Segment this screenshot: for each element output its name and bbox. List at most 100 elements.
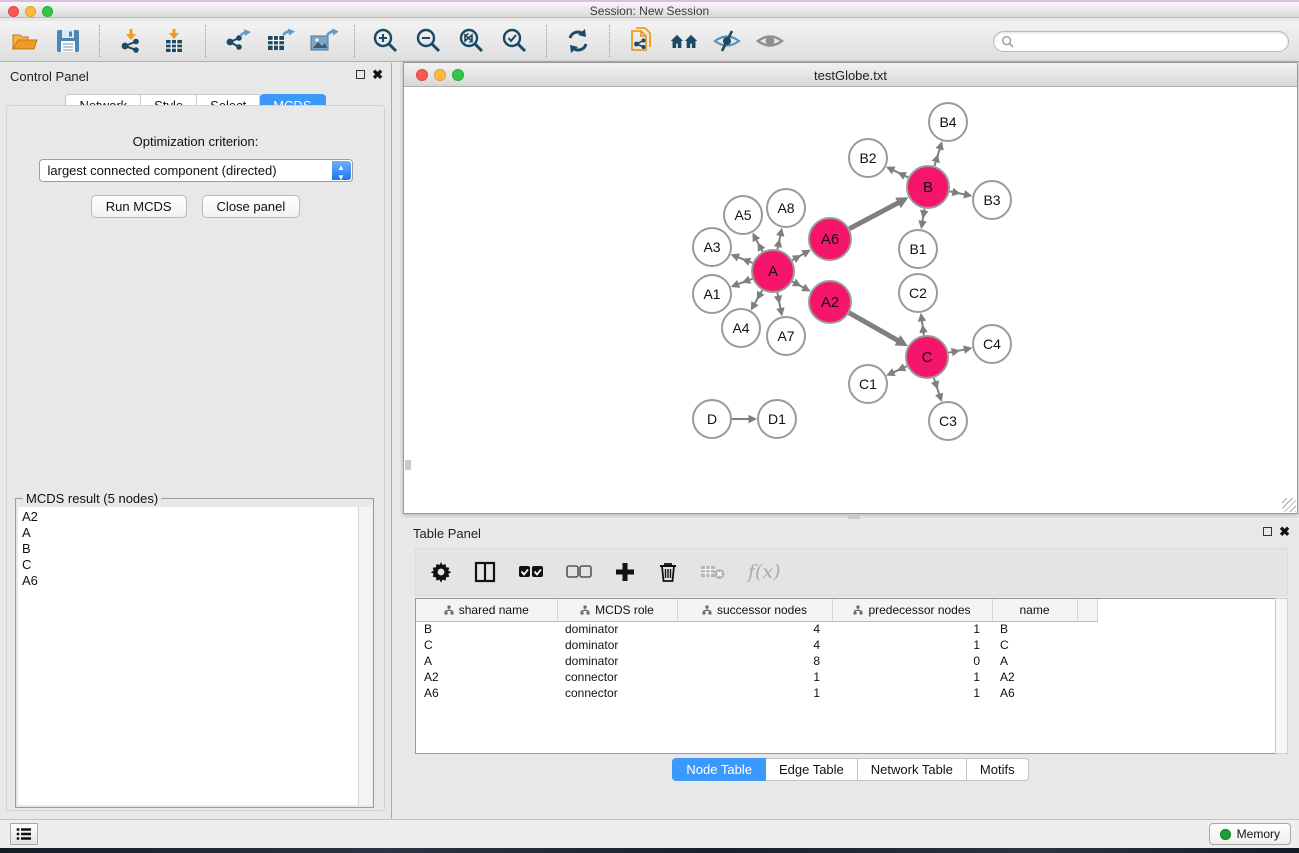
result-list-item[interactable]: C bbox=[22, 557, 358, 573]
split-pane-icon[interactable] bbox=[474, 557, 496, 587]
table-cell[interactable]: A6 bbox=[416, 685, 557, 701]
table-cell[interactable]: C bbox=[416, 637, 557, 653]
new-network-from-selection-icon[interactable] bbox=[626, 26, 656, 56]
table-cell[interactable]: A6 bbox=[992, 685, 1077, 701]
table-cell[interactable]: C bbox=[992, 637, 1077, 653]
resize-grip[interactable] bbox=[1282, 498, 1296, 512]
result-list-scrollbar[interactable] bbox=[358, 507, 372, 805]
float-panel-icon[interactable] bbox=[356, 70, 365, 79]
function-builder-icon[interactable]: f(x) bbox=[748, 557, 781, 587]
graph-node-A5[interactable]: A5 bbox=[724, 196, 762, 234]
save-session-icon[interactable] bbox=[53, 26, 83, 56]
graph-node-C2[interactable]: C2 bbox=[899, 274, 937, 312]
tab-network-table[interactable]: Network Table bbox=[858, 758, 967, 781]
graph-node-B4[interactable]: B4 bbox=[929, 103, 967, 141]
close-panel-icon[interactable]: ✖ bbox=[372, 67, 383, 83]
table-scrollbar[interactable] bbox=[1275, 598, 1288, 754]
float-table-panel-icon[interactable] bbox=[1263, 527, 1272, 536]
open-file-icon[interactable] bbox=[10, 26, 40, 56]
memory-button[interactable]: Memory bbox=[1209, 823, 1291, 845]
run-mcds-button[interactable]: Run MCDS bbox=[91, 195, 187, 218]
column-header[interactable]: name bbox=[992, 599, 1077, 621]
export-network-icon[interactable] bbox=[222, 26, 252, 56]
graph-node-D[interactable]: D bbox=[693, 400, 731, 438]
table-cell[interactable]: A2 bbox=[992, 669, 1077, 685]
close-panel-button[interactable]: Close panel bbox=[202, 195, 301, 218]
first-neighbors-icon[interactable] bbox=[669, 26, 699, 56]
delete-icon[interactable] bbox=[658, 557, 678, 587]
column-header[interactable]: successor nodes bbox=[677, 599, 832, 621]
network-window-titlebar[interactable]: testGlobe.txt bbox=[404, 63, 1297, 87]
table-cell[interactable]: B bbox=[416, 621, 557, 637]
select-all-icon[interactable] bbox=[518, 557, 544, 587]
result-list-item[interactable]: A6 bbox=[22, 573, 358, 589]
graph-node-A2[interactable]: A2 bbox=[809, 281, 851, 323]
table-row[interactable]: A2connector11A2 bbox=[416, 669, 1097, 685]
graph-node-A1[interactable]: A1 bbox=[693, 275, 731, 313]
graph-node-A[interactable]: A bbox=[752, 250, 794, 292]
graph-edge[interactable] bbox=[849, 200, 904, 229]
deselect-all-icon[interactable] bbox=[566, 557, 592, 587]
column-header[interactable]: predecessor nodes bbox=[832, 599, 992, 621]
zoom-fit-icon[interactable] bbox=[457, 26, 487, 56]
table-cell[interactable]: 1 bbox=[832, 669, 992, 685]
network-canvas[interactable]: B4B2BB3A8A5A6B1A3AA1C2A2A4A7C4CC1C3DD1 bbox=[405, 88, 1296, 512]
mcds-result-list[interactable]: A2ABCA6 bbox=[18, 507, 358, 805]
zoom-selected-icon[interactable] bbox=[500, 26, 530, 56]
table-cell[interactable]: connector bbox=[557, 685, 677, 701]
graph-node-C[interactable]: C bbox=[906, 336, 948, 378]
table-cell[interactable]: B bbox=[992, 621, 1077, 637]
search-input[interactable] bbox=[1018, 34, 1281, 48]
delete-table-icon[interactable] bbox=[700, 557, 726, 587]
canvas-horizontal-scrollmark[interactable] bbox=[848, 514, 860, 519]
graph-node-B[interactable]: B bbox=[907, 166, 949, 208]
add-icon[interactable] bbox=[614, 557, 636, 587]
hide-selected-icon[interactable] bbox=[712, 26, 742, 56]
node-table[interactable]: shared nameMCDS rolesuccessor nodesprede… bbox=[415, 598, 1288, 754]
tab-edge-table[interactable]: Edge Table bbox=[766, 758, 858, 781]
table-cell[interactable]: dominator bbox=[557, 621, 677, 637]
result-list-item[interactable]: A bbox=[22, 525, 358, 541]
table-cell[interactable]: A bbox=[416, 653, 557, 669]
table-cell[interactable]: 0 bbox=[832, 653, 992, 669]
export-table-icon[interactable] bbox=[265, 26, 295, 56]
table-cell[interactable]: A bbox=[992, 653, 1077, 669]
graph-node-C3[interactable]: C3 bbox=[929, 402, 967, 440]
table-cell[interactable]: 1 bbox=[832, 637, 992, 653]
table-cell[interactable]: 1 bbox=[677, 669, 832, 685]
column-header[interactable]: shared name bbox=[416, 599, 557, 621]
zoom-in-icon[interactable] bbox=[371, 26, 401, 56]
refresh-icon[interactable] bbox=[563, 26, 593, 56]
table-cell[interactable]: dominator bbox=[557, 637, 677, 653]
show-all-icon[interactable] bbox=[755, 26, 785, 56]
column-header[interactable]: MCDS role bbox=[557, 599, 677, 621]
table-cell[interactable]: 8 bbox=[677, 653, 832, 669]
table-row[interactable]: Bdominator41B bbox=[416, 621, 1097, 637]
table-cell[interactable]: 4 bbox=[677, 637, 832, 653]
table-cell[interactable]: A2 bbox=[416, 669, 557, 685]
graph-node-A8[interactable]: A8 bbox=[767, 189, 805, 227]
graph-node-A6[interactable]: A6 bbox=[809, 218, 851, 260]
table-cell[interactable]: 1 bbox=[832, 621, 992, 637]
graph-node-B2[interactable]: B2 bbox=[849, 139, 887, 177]
graph-node-C4[interactable]: C4 bbox=[973, 325, 1011, 363]
import-network-icon[interactable] bbox=[116, 26, 146, 56]
close-table-panel-icon[interactable]: ✖ bbox=[1279, 524, 1290, 540]
export-image-icon[interactable] bbox=[308, 26, 338, 56]
table-row[interactable]: Adominator80A bbox=[416, 653, 1097, 669]
table-cell[interactable]: 4 bbox=[677, 621, 832, 637]
result-list-item[interactable]: B bbox=[22, 541, 358, 557]
criterion-select[interactable]: largest connected component (directed) ▲… bbox=[39, 159, 353, 182]
table-cell[interactable]: dominator bbox=[557, 653, 677, 669]
tab-node-table[interactable]: Node Table bbox=[672, 758, 766, 781]
show-task-history-button[interactable] bbox=[10, 823, 38, 845]
graph-node-A7[interactable]: A7 bbox=[767, 317, 805, 355]
table-cell[interactable]: 1 bbox=[677, 685, 832, 701]
graph-node-A4[interactable]: A4 bbox=[722, 309, 760, 347]
table-row[interactable]: Cdominator41C bbox=[416, 637, 1097, 653]
result-list-item[interactable]: A2 bbox=[22, 509, 358, 525]
table-cell[interactable]: connector bbox=[557, 669, 677, 685]
graph-node-B1[interactable]: B1 bbox=[899, 230, 937, 268]
tab-motifs[interactable]: Motifs bbox=[967, 758, 1029, 781]
graph-node-B3[interactable]: B3 bbox=[973, 181, 1011, 219]
